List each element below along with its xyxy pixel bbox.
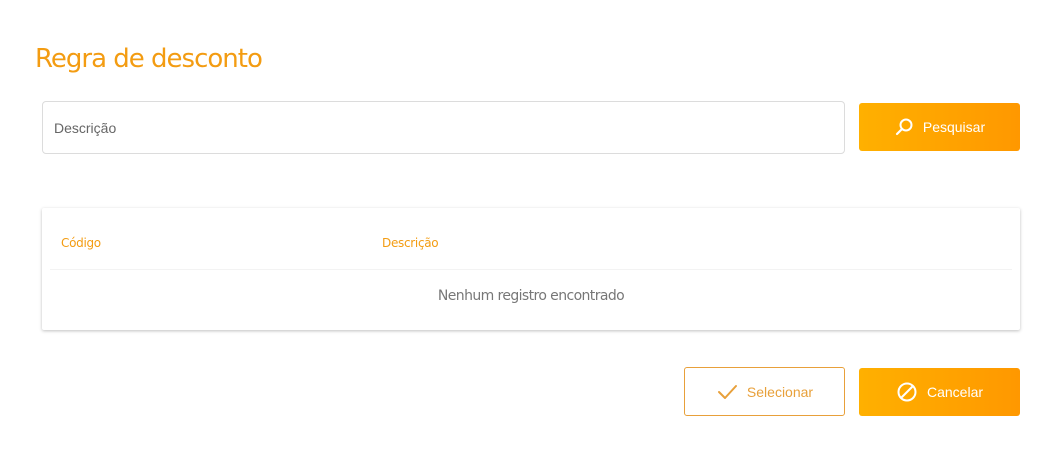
search-icon bbox=[894, 117, 914, 137]
search-button-label: Pesquisar bbox=[922, 119, 986, 135]
select-button-label: Selecionar bbox=[746, 383, 814, 400]
empty-message: Nenhum registro encontrado bbox=[437, 288, 625, 304]
search-input[interactable] bbox=[42, 101, 845, 154]
cancel-button-label: Cancelar bbox=[926, 384, 984, 400]
cancel-button[interactable]: Cancelar bbox=[859, 368, 1020, 416]
results-table: Código Descrição Nenhum registro encontr… bbox=[42, 208, 1020, 330]
column-header-description[interactable]: Descrição bbox=[382, 236, 439, 250]
check-icon bbox=[716, 384, 738, 400]
select-button[interactable]: Selecionar bbox=[684, 367, 845, 416]
discount-rule-dialog: Regra de desconto Pesquisar Código Descr… bbox=[0, 0, 1062, 472]
search-button[interactable]: Pesquisar bbox=[859, 103, 1020, 151]
table-divider bbox=[50, 269, 1012, 270]
column-header-code[interactable]: Código bbox=[61, 236, 101, 250]
cancel-icon bbox=[896, 381, 918, 403]
dialog-title: Regra de desconto bbox=[35, 44, 263, 74]
